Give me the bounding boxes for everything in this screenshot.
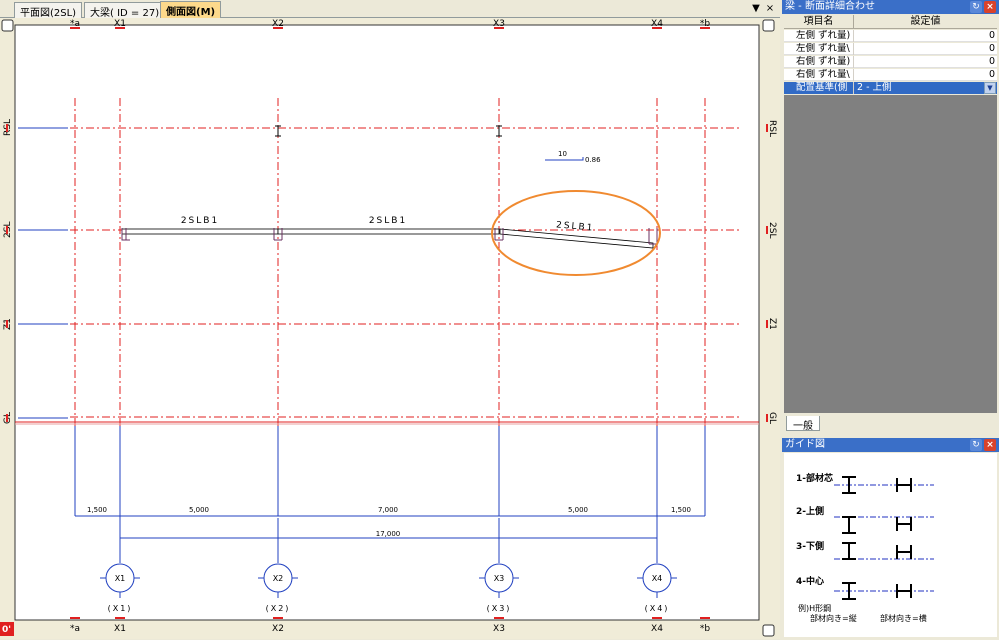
tab-girder[interactable]: 大梁( ID = 27) bbox=[84, 2, 166, 19]
guide-item-3: 3-下側 bbox=[796, 540, 824, 552]
grid-sub-label-x4: (X4) bbox=[645, 604, 670, 613]
grid-circle-x1: X1 bbox=[115, 574, 126, 583]
bottom-mark-a: *a bbox=[70, 624, 80, 634]
bottom-mark-x1: X1 bbox=[114, 624, 126, 634]
col-header-value: 設定値 bbox=[910, 16, 941, 27]
svg-text:2SLB1: 2SLB1 bbox=[181, 216, 219, 226]
tab-close-icon[interactable]: × bbox=[764, 2, 776, 15]
guide-example-title: 例)H形鋼 bbox=[798, 603, 831, 613]
guide-item-4: 4-中心 bbox=[796, 575, 824, 587]
dim-7000: 7,000 bbox=[378, 506, 398, 514]
property-row[interactable]: 左側 ずれ量) 0 bbox=[784, 30, 997, 42]
grid-circle-x3: X3 bbox=[494, 574, 505, 583]
guide-example-right: 部材向き=横 bbox=[880, 613, 927, 623]
grid-circle-x2: X2 bbox=[273, 574, 284, 583]
floor-label-z1-right: Z1 bbox=[767, 318, 777, 330]
placement-basis-select[interactable]: 2 - 上側 bbox=[854, 82, 997, 94]
refresh-icon[interactable]: ↻ bbox=[970, 1, 982, 13]
grid-circle-x4: X4 bbox=[652, 574, 663, 583]
guide-title-bar: ガイド図 ↻ × bbox=[782, 438, 999, 452]
tab-general[interactable]: 一般 bbox=[786, 416, 820, 432]
tab-plan-view[interactable]: 平面図(2SL) bbox=[14, 2, 83, 19]
guide-item-2: 2-上側 bbox=[796, 505, 824, 517]
dim-1500-left: 1,500 bbox=[87, 506, 107, 514]
property-row[interactable]: 左側 ずれ量\ 0 bbox=[784, 43, 997, 55]
floor-label-rsl-right: RSL bbox=[767, 120, 777, 137]
grid-sub-label-x1: (X1) bbox=[108, 604, 133, 613]
guide-item-1: 1-部材芯 bbox=[796, 472, 833, 484]
close-icon[interactable]: × bbox=[984, 439, 996, 451]
col-header-item: 項目名 bbox=[784, 15, 854, 29]
dim-1500-right: 1,500 bbox=[671, 506, 691, 514]
document-tab-bar: 平面図(2SL) 大梁( ID = 27) 側面図(M) ▼ × bbox=[0, 0, 780, 19]
bottom-mark-b: *b bbox=[700, 624, 711, 634]
side-view-drawing[interactable]: *a X1 X2 X3 X4 *b *a X1 X2 X3 X4 *b 0' R… bbox=[0, 18, 780, 639]
property-row[interactable]: 右側 ずれ量) 0 bbox=[784, 56, 997, 68]
property-row-selected[interactable]: 配置基準(側 2 - 上側 ▼ bbox=[784, 82, 997, 94]
close-icon[interactable]: × bbox=[984, 1, 996, 13]
grid-sub-label-x2: (X2) bbox=[266, 604, 291, 613]
property-grid-header: 項目名 設定値 bbox=[784, 15, 997, 29]
tab-side-view[interactable]: 側面図(M) bbox=[160, 1, 222, 18]
properties-panel: 梁 - 断面詳細合わせ ↻ × 項目名 設定値 左側 ずれ量) 0 左側 ずれ量\… bbox=[782, 0, 999, 639]
panel-title-bar: 梁 - 断面詳細合わせ ↻ × bbox=[782, 0, 999, 14]
svg-text:2SLB1: 2SLB1 bbox=[369, 216, 407, 226]
property-grid-empty-area bbox=[784, 95, 997, 413]
svg-text:0.86: 0.86 bbox=[585, 156, 601, 164]
guide-diagram: 1-部材芯 2-上側 3-下側 4-中心 例)H形鋼 部材向き=縦 部材向き=横 bbox=[784, 453, 997, 637]
panel-title: 梁 - 断面詳細合わせ bbox=[785, 1, 875, 12]
bottom-mark-x3: X3 bbox=[493, 624, 505, 634]
dim-5000-left: 5,000 bbox=[189, 506, 209, 514]
bottom-mark-x2: X2 bbox=[272, 624, 284, 634]
svg-text:10: 10 bbox=[558, 150, 567, 158]
dim-5000-right: 5,000 bbox=[568, 506, 588, 514]
floor-label-gl-right: GL bbox=[767, 412, 777, 424]
floor-label-2sl-right: 2SL bbox=[767, 222, 777, 238]
refresh-icon[interactable]: ↻ bbox=[970, 439, 982, 451]
bottom-mark-x4: X4 bbox=[651, 624, 663, 634]
guide-example-left: 部材向き=縦 bbox=[810, 613, 857, 623]
guide-title: ガイド図 bbox=[785, 439, 825, 450]
grid-sub-label-x3: (X3) bbox=[487, 604, 512, 613]
chevron-down-icon[interactable]: ▼ bbox=[984, 82, 996, 94]
property-row[interactable]: 右側 ずれ量\ 0 bbox=[784, 69, 997, 81]
origin-mark: 0' bbox=[2, 625, 11, 635]
tab-list-dropdown-icon[interactable]: ▼ bbox=[750, 2, 762, 15]
dim-total: 17,000 bbox=[376, 530, 401, 538]
